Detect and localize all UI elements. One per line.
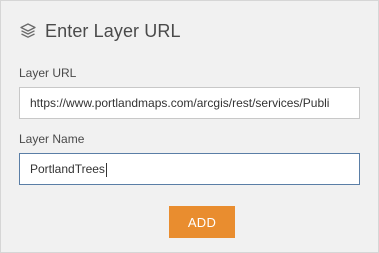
layer-name-label: Layer Name [19,132,85,146]
layer-url-value: https://www.portlandmaps.com/arcgis/rest… [30,96,330,110]
panel-title: Enter Layer URL [45,20,181,41]
layer-name-value: PortlandTrees [30,162,105,176]
text-cursor [105,162,107,177]
layer-url-label: Layer URL [19,66,77,80]
panel-header: Enter Layer URL [19,18,181,44]
layer-name-input[interactable]: PortlandTrees [19,153,360,185]
add-layer-panel: Enter Layer URL Layer URL https://www.po… [0,0,379,253]
add-button[interactable]: ADD [169,206,235,238]
layer-url-input[interactable]: https://www.portlandmaps.com/arcgis/rest… [19,87,360,119]
layers-icon [19,22,37,40]
